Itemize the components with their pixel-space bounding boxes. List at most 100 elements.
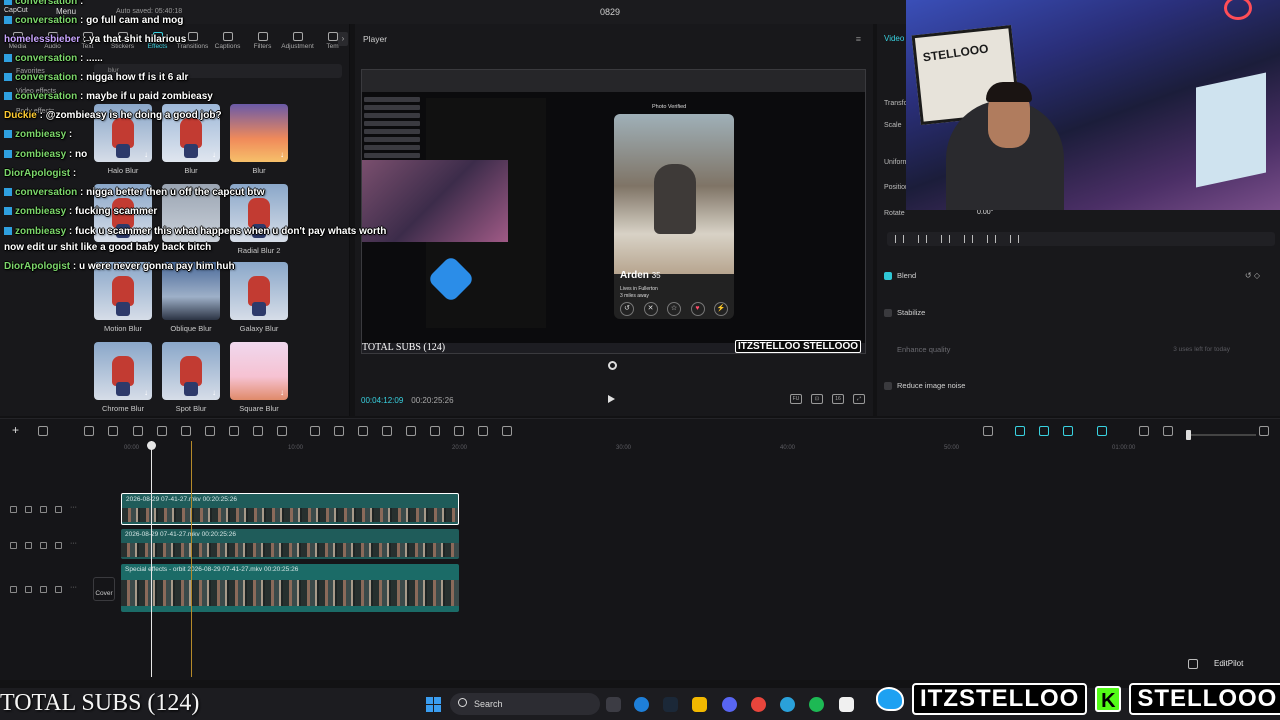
- spotify-app-icon[interactable]: [809, 697, 824, 712]
- more-icon[interactable]: ···: [70, 540, 77, 549]
- align-center-icon[interactable]: [918, 235, 927, 243]
- snap-icon[interactable]: [1039, 426, 1049, 436]
- video-clip[interactable]: 2026-08-29 07-41-27.mkv 00:20:25:26: [121, 493, 459, 525]
- tab-filters[interactable]: Filters: [245, 26, 280, 52]
- effect-item[interactable]: Galaxy Blur: [230, 262, 290, 333]
- track-toggle-icon[interactable]: [10, 586, 17, 593]
- transform-icon[interactable]: [478, 426, 488, 436]
- zoom-slider-track[interactable]: [1190, 434, 1256, 436]
- effect-item[interactable]: Radial Blur 2: [230, 184, 290, 255]
- reduce-noise-checkbox[interactable]: [884, 382, 892, 390]
- align-top-icon[interactable]: [964, 235, 973, 243]
- track-toggle-icon[interactable]: [10, 506, 17, 513]
- main-track-clip[interactable]: Special effects - orbit 2026-08-29 07-41…: [121, 564, 459, 612]
- split-right-icon[interactable]: [181, 426, 191, 436]
- menu-button[interactable]: Menu: [56, 7, 76, 16]
- tab-transitions[interactable]: Transitions: [175, 26, 210, 52]
- audio-split-icon[interactable]: [382, 426, 392, 436]
- tab-effects[interactable]: Effects: [140, 26, 175, 52]
- freeze-icon[interactable]: [310, 426, 320, 436]
- zoom-slider-handle[interactable]: [1186, 430, 1191, 440]
- reset-icon[interactable]: ↺ ◇: [1245, 271, 1260, 280]
- resize-icon[interactable]: [454, 426, 464, 436]
- tab-text[interactable]: Text: [70, 26, 105, 52]
- effect-item[interactable]: ↓ Square Blur: [230, 342, 290, 413]
- split-icon[interactable]: [133, 426, 143, 436]
- sidebar-item-body-effects[interactable]: Body effects: [16, 108, 54, 115]
- eye-icon[interactable]: [40, 542, 47, 549]
- mirror-icon[interactable]: [358, 426, 368, 436]
- tab-stickers[interactable]: Stickers: [105, 26, 140, 52]
- discord-app-icon[interactable]: [722, 697, 737, 712]
- magic-icon[interactable]: [430, 426, 440, 436]
- undo-icon[interactable]: [84, 426, 94, 436]
- sidebar-item-video-effects[interactable]: Video effects: [16, 88, 56, 95]
- link-icon[interactable]: [1063, 426, 1073, 436]
- edge-app-icon[interactable]: [634, 697, 649, 712]
- lock-icon[interactable]: [25, 506, 32, 513]
- lock-icon[interactable]: [25, 586, 32, 593]
- effect-item[interactable]: [94, 184, 154, 246]
- preview-axis-icon[interactable]: [1097, 426, 1107, 436]
- align-right-icon[interactable]: [941, 235, 950, 243]
- smart-cut-icon[interactable]: [502, 426, 512, 436]
- caption-icon[interactable]: [1139, 426, 1149, 436]
- select-tool-icon[interactable]: [38, 426, 48, 436]
- play-button[interactable]: [608, 395, 615, 403]
- ratio-icon[interactable]: 16: [832, 394, 844, 404]
- effect-item[interactable]: Motion Blur: [94, 262, 154, 333]
- delete-icon[interactable]: [205, 426, 215, 436]
- chat-panel-icon[interactable]: [1188, 659, 1198, 669]
- telegram-app-icon[interactable]: [780, 697, 795, 712]
- reverse-icon[interactable]: [334, 426, 344, 436]
- effect-item[interactable]: [162, 184, 222, 246]
- tab-captions[interactable]: Captions: [210, 26, 245, 52]
- track-toggle-icon[interactable]: [10, 542, 17, 549]
- more-icon[interactable]: ···: [70, 504, 77, 513]
- redo-icon[interactable]: [108, 426, 118, 436]
- effect-item[interactable]: Oblique Blur: [162, 262, 222, 333]
- more-icon[interactable]: ···: [70, 584, 77, 593]
- zoom-in-icon[interactable]: [1259, 426, 1269, 436]
- cover-button[interactable]: Cover: [93, 577, 115, 601]
- quality-icon[interactable]: FU: [790, 394, 802, 404]
- marker-icon[interactable]: [229, 426, 239, 436]
- align-bottom-icon[interactable]: [1010, 235, 1019, 243]
- rotate-input[interactable]: 0.00°: [977, 209, 993, 216]
- effects-search-input[interactable]: blur: [94, 64, 342, 78]
- lock-icon[interactable]: [25, 542, 32, 549]
- align-middle-icon[interactable]: [987, 235, 996, 243]
- zoom-out-icon[interactable]: [1163, 426, 1173, 436]
- crop-icon[interactable]: [253, 426, 263, 436]
- panel-collapse-button[interactable]: ›: [338, 32, 348, 46]
- microphone-icon[interactable]: [983, 426, 993, 436]
- stabilize-checkbox[interactable]: [884, 309, 892, 317]
- steam-app-icon[interactable]: [663, 697, 678, 712]
- sidebar-item-favorites[interactable]: Favorites: [16, 68, 45, 75]
- explorer-app-icon[interactable]: [692, 697, 707, 712]
- effect-item[interactable]: ↓ Chrome Blur: [94, 342, 154, 413]
- split-left-icon[interactable]: [157, 426, 167, 436]
- video-clip[interactable]: 2026-08-29 07-41-27.mkv 00:20:25:26: [121, 529, 459, 559]
- keyframe-icon[interactable]: [406, 426, 416, 436]
- blend-checkbox[interactable]: [884, 272, 892, 280]
- windows-start-icon[interactable]: [426, 697, 441, 712]
- effect-item[interactable]: ↓ Spot Blur: [162, 342, 222, 413]
- taskbar-search[interactable]: [450, 693, 600, 715]
- timeline-ruler[interactable]: 00:00 10:00 20:00 30:00 40:00 50:00 01:0…: [120, 445, 1280, 453]
- tab-video[interactable]: Video: [884, 34, 904, 43]
- player-menu-icon[interactable]: ≡: [856, 34, 861, 44]
- effect-item[interactable]: ↓ Blur: [162, 104, 222, 175]
- align-left-icon[interactable]: [895, 235, 904, 243]
- preview-viewport[interactable]: Photo Verified Arden 35 Lives in Fullert…: [361, 69, 866, 354]
- eye-icon[interactable]: [40, 506, 47, 513]
- fit-icon[interactable]: ⊡: [811, 394, 823, 404]
- speaker-icon[interactable]: [55, 586, 62, 593]
- editpilot-button[interactable]: EditPilot: [1214, 659, 1243, 668]
- playhead[interactable]: [147, 441, 156, 677]
- link-main-track-icon[interactable]: [1015, 426, 1025, 436]
- speaker-icon[interactable]: [55, 542, 62, 549]
- chrome-app-icon[interactable]: [751, 697, 766, 712]
- eye-icon[interactable]: [40, 586, 47, 593]
- speed-icon[interactable]: [277, 426, 287, 436]
